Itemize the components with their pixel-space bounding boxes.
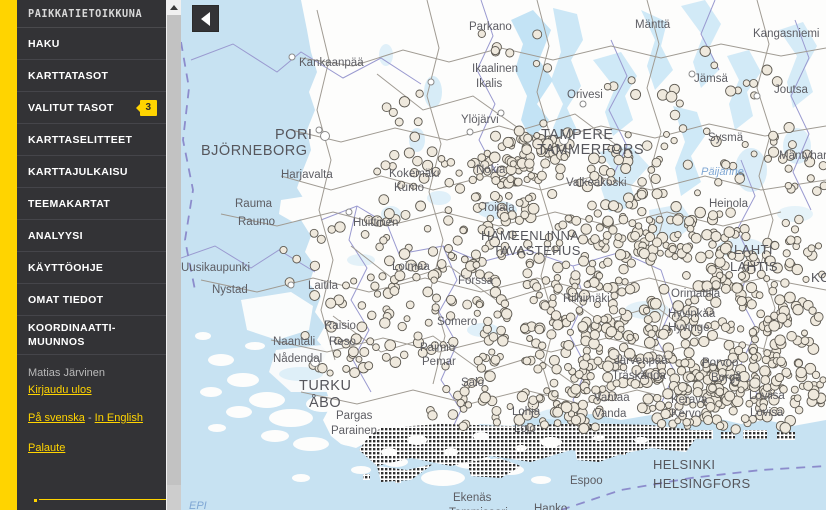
language-switcher: På svenska - In English xyxy=(28,410,158,427)
sidebar-partial-item[interactable] xyxy=(34,499,166,503)
sidebar-menu-item[interactable]: KARTTASELITTEET xyxy=(17,124,166,156)
language-swedish-link[interactable]: På svenska xyxy=(28,412,85,424)
scrollbar-thumb[interactable] xyxy=(167,15,181,485)
sidebar-menu-item-label: KÄYTTÖOHJE xyxy=(28,261,104,274)
sidebar-menu-item-label: VALITUT TASOT xyxy=(28,101,114,114)
sidebar-scrollbar[interactable] xyxy=(166,0,181,510)
logout-link[interactable]: Kirjaudu ulos xyxy=(28,384,92,396)
sidebar-menu-item[interactable]: KARTTATASOT xyxy=(17,60,166,92)
user-name: Matias Järvinen xyxy=(28,367,106,379)
scroll-up-icon[interactable] xyxy=(167,0,181,15)
sidebar-menu-item[interactable]: TEEMAKARTAT xyxy=(17,188,166,220)
sidebar-menu-item[interactable]: HAKU xyxy=(17,28,166,60)
map-graphics xyxy=(181,0,826,510)
language-english-link[interactable]: In English xyxy=(95,412,143,424)
sidebar-menu-item-label: TEEMAKARTAT xyxy=(28,197,111,210)
sidebar-menu-item-label: KARTTATASOT xyxy=(28,69,109,82)
sidebar-menu-item-label: KARTTASELITTEET xyxy=(28,133,133,146)
sidebar-menu-item[interactable]: KARTTAJULKAISU xyxy=(17,156,166,188)
sidebar-collapse-button[interactable] xyxy=(192,5,219,32)
sidebar-menu-item[interactable]: ANALYYSI xyxy=(17,220,166,252)
user-panel: Matias Järvinen Kirjaudu ulos På svenska… xyxy=(17,355,166,465)
sidebar: PAIKKATIETOIKKUNA HAKU KARTTATASOT VALITUT… xyxy=(0,0,166,510)
chevron-left-icon xyxy=(201,11,210,26)
sidebar-menu-item-label: KOORDINAATTI- MUUNNOS xyxy=(28,322,116,348)
sidebar-accent-stripe xyxy=(0,0,17,510)
sidebar-menu-item-label: OMAT TIEDOT xyxy=(28,293,104,306)
language-separator: - xyxy=(87,412,92,424)
selected-layers-badge: 3 xyxy=(140,99,157,116)
app-title: PAIKKATIETOIKKUNA xyxy=(28,7,143,20)
map-canvas[interactable]: Parkano Mänttä Kangasniemi Kankaanpää Ikaali… xyxy=(181,0,826,510)
sidebar-menu-item-label: KARTTAJULKAISU xyxy=(28,165,128,178)
feedback-link[interactable]: Palaute xyxy=(28,442,65,454)
sidebar-menu-item[interactable]: VALITUT TASOT 3 xyxy=(17,92,166,124)
sidebar-menu-item[interactable]: KÄYTTÖOHJE xyxy=(17,252,166,284)
sidebar-menu-item-label: ANALYYSI xyxy=(28,229,83,242)
sidebar-menu: HAKU KARTTATASOT VALITUT TASOT 3 KARTTASELIT… xyxy=(17,28,166,355)
sidebar-panel: PAIKKATIETOIKKUNA HAKU KARTTATASOT VALITUT… xyxy=(17,0,166,510)
application-window: PAIKKATIETOIKKUNA HAKU KARTTATASOT VALITUT… xyxy=(0,0,826,510)
sidebar-menu-item-label: HAKU xyxy=(28,37,60,50)
sidebar-menu-item[interactable]: KOORDINAATTI- MUUNNOS xyxy=(17,316,166,355)
app-brand: PAIKKATIETOIKKUNA xyxy=(17,0,166,28)
sidebar-menu-item[interactable]: OMAT TIEDOT xyxy=(17,284,166,316)
